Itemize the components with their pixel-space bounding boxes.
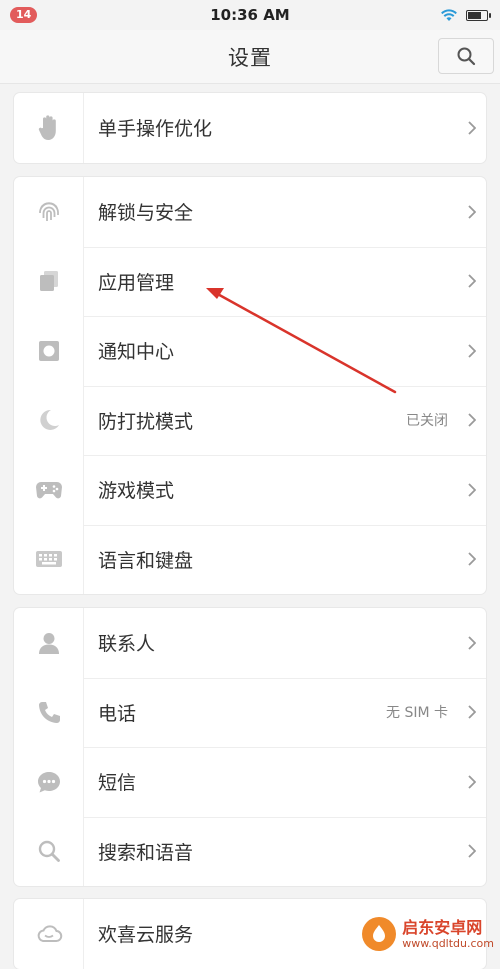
settings-item-notification-center[interactable]: 通知中心 bbox=[14, 316, 486, 386]
chevron-right-icon bbox=[458, 775, 486, 789]
settings-item-value: 无 SIM 卡 bbox=[386, 702, 448, 722]
battery-fill bbox=[468, 12, 481, 19]
notification-count-badge: 14 bbox=[10, 7, 37, 23]
row-icon-cell bbox=[14, 247, 84, 317]
settings-item-label: 解锁与安全 bbox=[84, 198, 448, 225]
status-time: 10:36 AM bbox=[210, 6, 290, 24]
settings-item-label: 游戏模式 bbox=[84, 476, 448, 503]
search-button[interactable] bbox=[438, 38, 494, 74]
watermark-text: 启东安卓网 www.qdltdu.com bbox=[402, 919, 494, 950]
settings-item-search-voice[interactable]: 搜索和语音 bbox=[14, 817, 486, 887]
watermark: 启东安卓网 www.qdltdu.com bbox=[362, 917, 494, 951]
row-icon-cell bbox=[14, 386, 84, 456]
settings-item-label: 应用管理 bbox=[84, 268, 448, 295]
chevron-right-icon bbox=[458, 705, 486, 719]
title-bar: 设置 bbox=[0, 30, 500, 84]
settings-item-label: 搜索和语音 bbox=[84, 838, 448, 865]
app-stack-icon bbox=[36, 268, 62, 294]
fingerprint-icon bbox=[36, 199, 62, 225]
row-icon-cell bbox=[14, 678, 84, 748]
settings-item-value: 已关闭 bbox=[406, 410, 448, 430]
row-icon-cell bbox=[14, 93, 84, 163]
settings-item-label: 语言和键盘 bbox=[84, 546, 448, 573]
settings-item-app-management[interactable]: 应用管理 bbox=[14, 247, 486, 317]
settings-item-game-mode[interactable]: 游戏模式 bbox=[14, 455, 486, 525]
search-icon bbox=[36, 838, 62, 864]
row-icon-cell bbox=[14, 899, 84, 969]
page-title: 设置 bbox=[228, 42, 272, 72]
row-icon-cell bbox=[14, 455, 84, 525]
chevron-right-icon bbox=[458, 413, 486, 427]
row-icon-cell bbox=[14, 817, 84, 887]
chevron-right-icon bbox=[458, 344, 486, 358]
settings-item-do-not-disturb[interactable]: 防打扰模式 已关闭 bbox=[14, 386, 486, 456]
settings-item-label: 电话 bbox=[84, 699, 386, 726]
settings-item-label: 防打扰模式 bbox=[84, 407, 406, 434]
chevron-right-icon bbox=[458, 274, 486, 288]
chevron-right-icon bbox=[458, 205, 486, 219]
settings-item-unlock-security[interactable]: 解锁与安全 bbox=[14, 177, 486, 247]
settings-item-label: 联系人 bbox=[84, 629, 448, 656]
gamepad-icon bbox=[35, 479, 63, 501]
watermark-logo-icon bbox=[362, 917, 396, 951]
row-icon-cell bbox=[14, 747, 84, 817]
row-icon-cell bbox=[14, 608, 84, 678]
battery-icon bbox=[466, 10, 488, 21]
watermark-name: 启东安卓网 bbox=[402, 919, 494, 937]
row-icon-cell bbox=[14, 177, 84, 247]
settings-item-messages[interactable]: 短信 bbox=[14, 747, 486, 817]
cloud-icon bbox=[35, 923, 63, 945]
hand-icon bbox=[36, 114, 62, 142]
person-icon bbox=[36, 630, 62, 656]
chevron-right-icon bbox=[458, 844, 486, 858]
settings-group-3: 联系人 电话 无 SIM 卡 短信 搜索和语音 bbox=[14, 608, 486, 886]
settings-group-2: 解锁与安全 应用管理 通知中心 防打扰模式 bbox=[14, 177, 486, 594]
status-icons bbox=[440, 8, 488, 22]
chevron-right-icon bbox=[458, 483, 486, 497]
notification-square-icon bbox=[36, 338, 62, 364]
keyboard-icon bbox=[35, 549, 63, 569]
settings-item-label: 通知中心 bbox=[84, 337, 448, 364]
chevron-right-icon bbox=[458, 636, 486, 650]
watermark-url: www.qdltdu.com bbox=[402, 937, 494, 950]
settings-group-1: 单手操作优化 bbox=[14, 93, 486, 163]
chevron-right-icon bbox=[458, 552, 486, 566]
status-bar: 14 10:36 AM bbox=[0, 0, 500, 30]
search-icon bbox=[456, 46, 476, 66]
settings-item-language-keyboard[interactable]: 语言和键盘 bbox=[14, 525, 486, 595]
settings-item-label: 短信 bbox=[84, 768, 448, 795]
settings-item-phone[interactable]: 电话 无 SIM 卡 bbox=[14, 678, 486, 748]
settings-item-one-hand[interactable]: 单手操作优化 bbox=[14, 93, 486, 163]
message-icon bbox=[36, 769, 62, 795]
row-icon-cell bbox=[14, 316, 84, 386]
settings-item-contacts[interactable]: 联系人 bbox=[14, 608, 486, 678]
moon-icon bbox=[36, 407, 62, 433]
chevron-right-icon bbox=[458, 121, 486, 135]
settings-item-label: 单手操作优化 bbox=[84, 114, 448, 141]
wifi-icon bbox=[440, 8, 458, 22]
row-icon-cell bbox=[14, 525, 84, 595]
phone-icon bbox=[36, 699, 62, 725]
